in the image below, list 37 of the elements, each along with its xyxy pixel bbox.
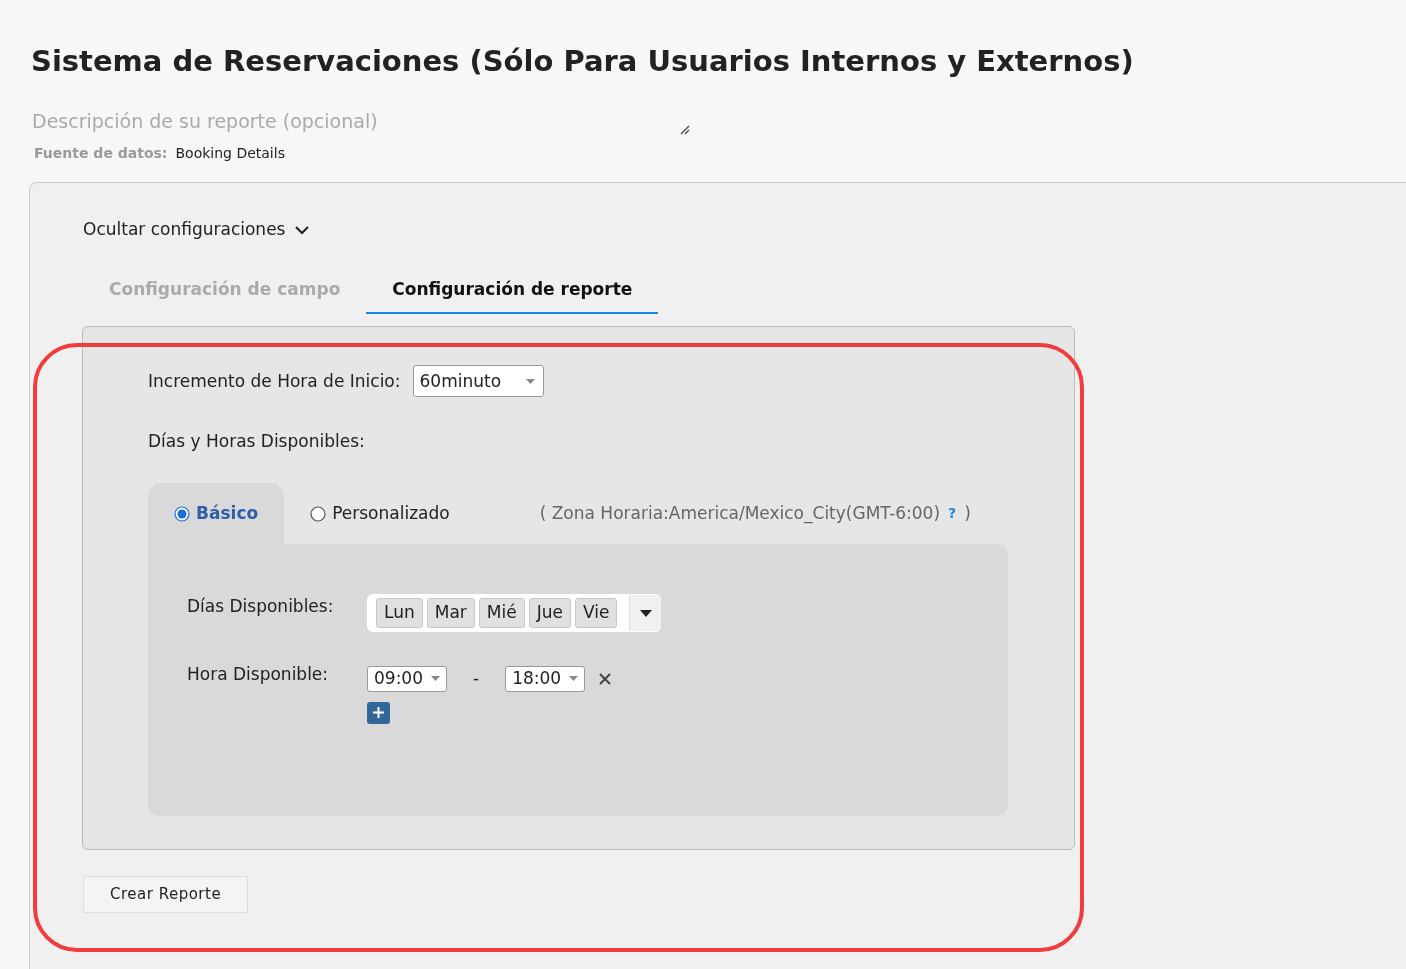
range-separator: - bbox=[473, 667, 480, 691]
close-icon[interactable] bbox=[599, 672, 612, 685]
caret-icon bbox=[431, 676, 440, 682]
mode-radio[interactable]: Básico bbox=[148, 482, 285, 545]
day-tag[interactable]: Lun bbox=[376, 598, 423, 628]
day-tag[interactable]: Mar bbox=[426, 598, 475, 628]
day-tag[interactable]: Mié bbox=[478, 598, 525, 628]
timezone-paren: ) bbox=[964, 501, 971, 525]
day-tag[interactable]: Vie bbox=[574, 598, 618, 628]
data-source-label: Fuente de datos: bbox=[34, 145, 168, 162]
tab[interactable]: Configuración de reporte bbox=[366, 272, 659, 315]
start-time-select[interactable]: 09:00 bbox=[367, 665, 447, 692]
timezone-text: ( Zona Horaria:America/Mexico_City(GMT-6:00) bbox=[539, 501, 941, 526]
create-report-button[interactable]: Crear Reporte bbox=[83, 876, 249, 913]
caret-icon bbox=[525, 378, 535, 384]
increment-select[interactable]: 60minuto bbox=[412, 365, 544, 398]
page-title: Sistema de Reservaciones (Sólo Para Usuarios Internos y Externos) bbox=[30, 43, 1135, 79]
days-selector[interactable]: Lun Mar Mié Jue Vie bbox=[367, 594, 662, 632]
end-time-select[interactable]: 18:00 bbox=[505, 665, 586, 692]
settings-toggle[interactable]: Ocultar configuraciones bbox=[83, 217, 310, 243]
resize-handle-icon bbox=[680, 125, 690, 136]
day-tag[interactable]: Jue bbox=[528, 598, 571, 628]
availability-label: Días y Horas Disponibles: bbox=[148, 430, 366, 454]
description-field[interactable]: Descripción de su reporte (opcional) bbox=[32, 106, 632, 136]
plus-icon bbox=[373, 707, 384, 719]
data-source-value: Booking Details bbox=[175, 145, 285, 162]
add-button[interactable] bbox=[367, 701, 390, 724]
chevron-icon bbox=[295, 225, 310, 235]
caret-icon bbox=[569, 676, 579, 682]
radio-icon bbox=[310, 505, 327, 522]
increment-label: Incremento de Hora de Inicio: bbox=[148, 369, 401, 393]
radio-icon bbox=[174, 505, 190, 522]
hours-label: Hora Disponible: bbox=[187, 662, 330, 686]
days-dropdown-button[interactable] bbox=[629, 595, 662, 632]
mode-radio[interactable]: Personalizado bbox=[284, 482, 476, 545]
days-label: Días Disponibles: bbox=[187, 595, 335, 619]
caret-icon bbox=[639, 609, 652, 617]
